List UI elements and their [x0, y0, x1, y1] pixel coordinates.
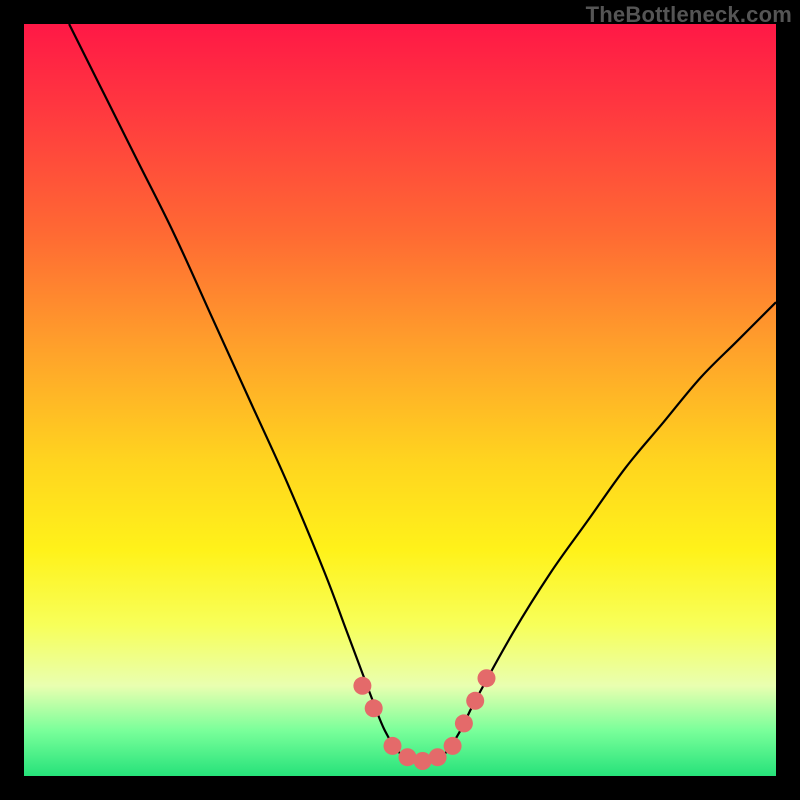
highlight-dot: [414, 752, 432, 770]
highlight-dot: [444, 737, 462, 755]
highlight-dot: [429, 748, 447, 766]
highlight-dot: [466, 692, 484, 710]
highlight-dot: [399, 748, 417, 766]
highlight-dot: [353, 677, 371, 695]
bottleneck-curve: [69, 24, 776, 762]
chart-frame: TheBottleneck.com: [0, 0, 800, 800]
curve-svg: [24, 24, 776, 776]
highlight-dot: [365, 699, 383, 717]
highlight-dot: [478, 669, 496, 687]
highlight-dot: [455, 714, 473, 732]
highlight-dot: [384, 737, 402, 755]
marker-group: [353, 669, 495, 770]
plot-area: [24, 24, 776, 776]
